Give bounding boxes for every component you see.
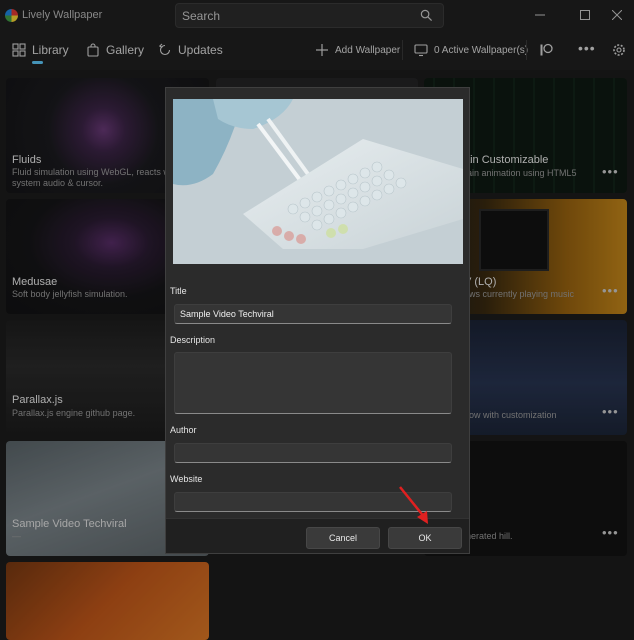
ok-button[interactable]: OK [388,527,462,549]
cancel-button[interactable]: Cancel [306,527,380,549]
author-label: Author [170,425,197,435]
description-label: Description [170,335,216,345]
annotation-arrow-icon [399,486,428,524]
title-label: Title [170,286,187,296]
title-field[interactable] [174,304,452,324]
website-label: Website [170,474,203,484]
preview-illustration [173,99,463,264]
wallpaper-preview-image [173,99,463,264]
description-field[interactable] [174,352,452,414]
author-field[interactable] [174,443,452,463]
